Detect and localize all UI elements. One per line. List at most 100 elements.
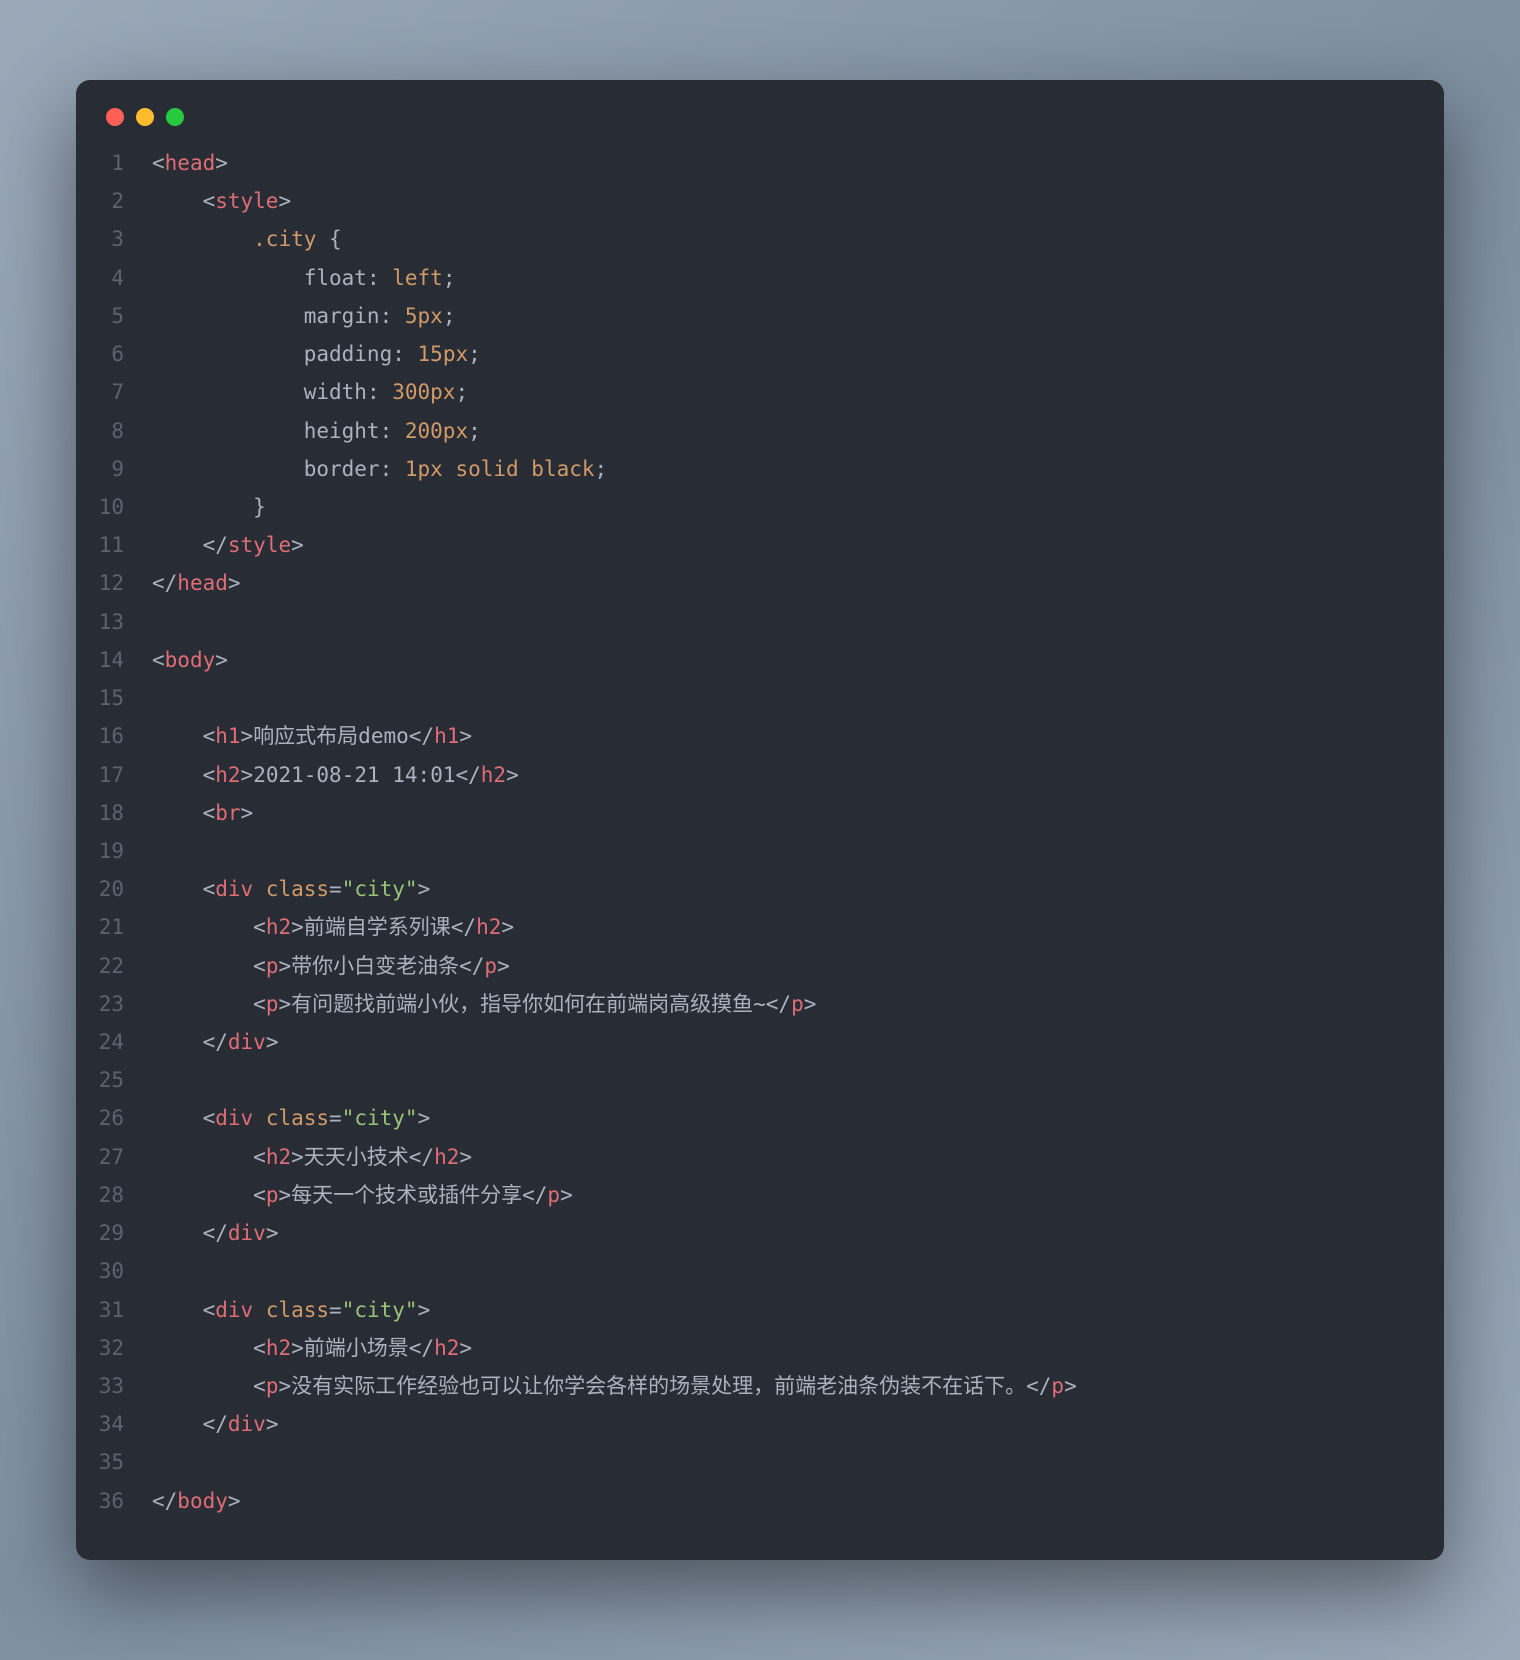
code-line: 34 </div> <box>76 1405 1414 1443</box>
line-content: border: 1px solid black; <box>152 450 607 488</box>
line-number: 8 <box>76 412 152 450</box>
line-content: <div class="city"> <box>152 1291 430 1329</box>
line-number: 20 <box>76 870 152 908</box>
line-number: 10 <box>76 488 152 526</box>
line-number: 14 <box>76 641 152 679</box>
code-line: 30 <box>76 1252 1414 1290</box>
line-content: </body> <box>152 1482 241 1520</box>
line-content: <body> <box>152 641 228 679</box>
line-content: <p>带你小白变老油条</p> <box>152 947 510 985</box>
code-line: 18 <br> <box>76 794 1414 832</box>
code-area: 1<head>2 <style>3 .city {4 float: left;5… <box>76 144 1444 1520</box>
maximize-icon[interactable] <box>166 108 184 126</box>
code-line: 13 <box>76 603 1414 641</box>
line-number: 9 <box>76 450 152 488</box>
line-content: <div class="city"> <box>152 870 430 908</box>
line-number: 1 <box>76 144 152 182</box>
line-number: 18 <box>76 794 152 832</box>
code-line: 3 .city { <box>76 220 1414 258</box>
code-line: 11 </style> <box>76 526 1414 564</box>
line-number: 24 <box>76 1023 152 1061</box>
line-number: 15 <box>76 679 152 717</box>
line-number: 31 <box>76 1291 152 1329</box>
line-content: <h2>天天小技术</h2> <box>152 1138 472 1176</box>
line-number: 28 <box>76 1176 152 1214</box>
line-content: .city { <box>152 220 342 258</box>
code-line: 8 height: 200px; <box>76 412 1414 450</box>
code-line: 2 <style> <box>76 182 1414 220</box>
code-line: 19 <box>76 832 1414 870</box>
line-content: <div class="city"> <box>152 1099 430 1137</box>
line-number: 12 <box>76 564 152 602</box>
line-content: <h2>2021-08-21 14:01</h2> <box>152 756 519 794</box>
line-number: 30 <box>76 1252 152 1290</box>
line-number: 2 <box>76 182 152 220</box>
code-line: 29 </div> <box>76 1214 1414 1252</box>
line-number: 3 <box>76 220 152 258</box>
line-content: </div> <box>152 1405 278 1443</box>
code-line: 24 </div> <box>76 1023 1414 1061</box>
code-line: 9 border: 1px solid black; <box>76 450 1414 488</box>
line-content: <br> <box>152 794 253 832</box>
line-number: 29 <box>76 1214 152 1252</box>
line-content: <h2>前端自学系列课</h2> <box>152 908 514 946</box>
line-content: <style> <box>152 182 291 220</box>
line-content: <p>每天一个技术或插件分享</p> <box>152 1176 573 1214</box>
line-number: 16 <box>76 717 152 755</box>
line-number: 6 <box>76 335 152 373</box>
code-line: 36</body> <box>76 1482 1414 1520</box>
line-number: 23 <box>76 985 152 1023</box>
code-line: 26 <div class="city"> <box>76 1099 1414 1137</box>
code-line: 28 <p>每天一个技术或插件分享</p> <box>76 1176 1414 1214</box>
code-line: 27 <h2>天天小技术</h2> <box>76 1138 1414 1176</box>
line-content: <head> <box>152 144 228 182</box>
line-number: 17 <box>76 756 152 794</box>
code-line: 22 <p>带你小白变老油条</p> <box>76 947 1414 985</box>
line-content: <h2>前端小场景</h2> <box>152 1329 472 1367</box>
code-line: 10 } <box>76 488 1414 526</box>
code-line: 25 <box>76 1061 1414 1099</box>
line-number: 19 <box>76 832 152 870</box>
line-number: 25 <box>76 1061 152 1099</box>
line-number: 4 <box>76 259 152 297</box>
code-line: 1<head> <box>76 144 1414 182</box>
line-number: 21 <box>76 908 152 946</box>
line-content: <p>有问题找前端小伙，指导你如何在前端岗高级摸鱼~</p> <box>152 985 816 1023</box>
line-number: 32 <box>76 1329 152 1367</box>
line-number: 26 <box>76 1099 152 1137</box>
line-content: height: 200px; <box>152 412 481 450</box>
line-content: </head> <box>152 564 241 602</box>
line-content: </div> <box>152 1214 278 1252</box>
code-line: 12</head> <box>76 564 1414 602</box>
line-content: </div> <box>152 1023 278 1061</box>
code-line: 15 <box>76 679 1414 717</box>
code-line: 17 <h2>2021-08-21 14:01</h2> <box>76 756 1414 794</box>
line-number: 13 <box>76 603 152 641</box>
code-line: 21 <h2>前端自学系列课</h2> <box>76 908 1414 946</box>
line-number: 36 <box>76 1482 152 1520</box>
line-number: 27 <box>76 1138 152 1176</box>
line-content: float: left; <box>152 259 455 297</box>
code-line: 6 padding: 15px; <box>76 335 1414 373</box>
code-line: 31 <div class="city"> <box>76 1291 1414 1329</box>
code-line: 33 <p>没有实际工作经验也可以让你学会各样的场景处理，前端老油条伪装不在话下… <box>76 1367 1414 1405</box>
window-titlebar <box>76 108 1444 144</box>
line-number: 11 <box>76 526 152 564</box>
code-line: 23 <p>有问题找前端小伙，指导你如何在前端岗高级摸鱼~</p> <box>76 985 1414 1023</box>
line-number: 22 <box>76 947 152 985</box>
line-content: <p>没有实际工作经验也可以让你学会各样的场景处理，前端老油条伪装不在话下。</… <box>152 1367 1077 1405</box>
line-content: </style> <box>152 526 304 564</box>
code-line: 7 width: 300px; <box>76 373 1414 411</box>
minimize-icon[interactable] <box>136 108 154 126</box>
code-line: 32 <h2>前端小场景</h2> <box>76 1329 1414 1367</box>
code-line: 20 <div class="city"> <box>76 870 1414 908</box>
line-number: 33 <box>76 1367 152 1405</box>
code-line: 35 <box>76 1443 1414 1481</box>
line-number: 35 <box>76 1443 152 1481</box>
close-icon[interactable] <box>106 108 124 126</box>
line-number: 34 <box>76 1405 152 1443</box>
line-content: <h1>响应式布局demo</h1> <box>152 717 472 755</box>
code-window: 1<head>2 <style>3 .city {4 float: left;5… <box>76 80 1444 1560</box>
line-content: } <box>152 488 266 526</box>
code-line: 5 margin: 5px; <box>76 297 1414 335</box>
